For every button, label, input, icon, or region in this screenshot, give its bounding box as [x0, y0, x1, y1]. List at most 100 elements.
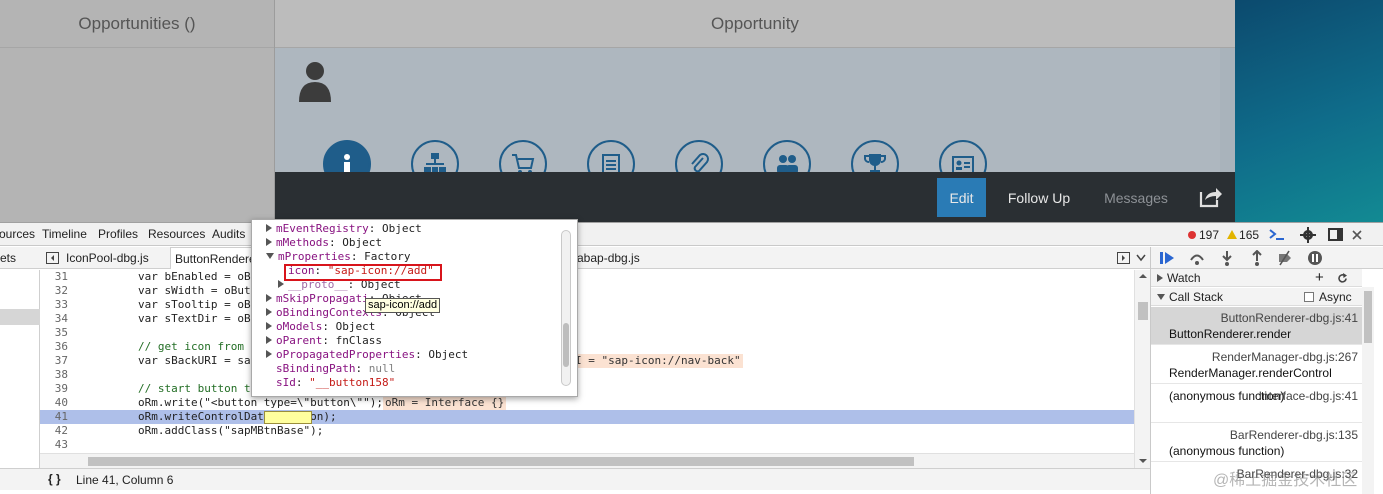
code-line: 40 oRm.write("<button type=\"button\"");…	[54, 396, 507, 410]
sidebar-scrollbar[interactable]	[1362, 287, 1374, 494]
share-icon[interactable]	[1199, 186, 1223, 208]
cursor-position: Line 41, Column 6	[76, 473, 174, 487]
screen: Opportunities () Opportunity Edit Follow…	[0, 0, 1383, 494]
call-frame[interactable]: Interface-dbg.js:41 (anonymous function)	[1151, 385, 1362, 423]
scroll-thumb[interactable]	[563, 323, 569, 367]
property-row[interactable]: mMethods: Object	[266, 236, 382, 250]
call-frame[interactable]: BarRenderer-dbg.js:135 (anonymous functi…	[1151, 424, 1362, 462]
object-header-inner	[275, 48, 1220, 188]
refresh-icon[interactable]	[1337, 273, 1348, 284]
resume-icon[interactable]	[1159, 250, 1175, 266]
messages-button[interactable]: Messages	[1100, 178, 1172, 217]
console-drawer-icon[interactable]	[1268, 228, 1286, 242]
code-line: 35	[54, 326, 68, 339]
debugger-toolbar	[1151, 247, 1383, 269]
step-into-icon[interactable]	[1219, 250, 1235, 266]
code-line: 37 var sBackURI = sap. I = "sap-icon://na…	[54, 354, 743, 368]
async-label: Async	[1319, 290, 1352, 304]
property-row[interactable]: sBindingPath: null	[276, 362, 395, 376]
tab-timeline[interactable]: Timeline	[42, 227, 87, 241]
person-icon	[299, 62, 331, 102]
call-stack-section-header[interactable]: Call Stack Async	[1151, 288, 1362, 306]
navigator-panel	[0, 270, 40, 468]
code-line: 42 oRm.addClass("sapMBtnBase");	[54, 424, 324, 437]
code-line: 38	[54, 368, 68, 381]
property-row[interactable]: mEventRegistry: Object	[266, 222, 422, 236]
step-out-icon[interactable]	[1249, 250, 1265, 266]
background-strip	[1235, 0, 1383, 222]
editor-vertical-scrollbar[interactable]	[1134, 270, 1150, 468]
async-checkbox[interactable]	[1304, 292, 1314, 302]
code-line: 33 var sTooltip = oBut	[54, 298, 264, 311]
watch-section-header[interactable]: Watch +	[1151, 269, 1362, 287]
debugger-sidebar: Watch + Call Stack Async ButtonRenderer-…	[1150, 247, 1383, 494]
dock-icon[interactable]	[1328, 227, 1344, 242]
expand-arrow-icon	[1157, 274, 1163, 282]
chevron-down-icon[interactable]	[1136, 254, 1146, 262]
call-frame[interactable]: ButtonRenderer-dbg.js:41 ButtonRenderer.…	[1151, 307, 1362, 345]
code-editor[interactable]: 31 var bEnabled = oBut 32 var sWidth = o…	[40, 270, 1134, 453]
detail-title: Opportunity	[275, 0, 1235, 48]
step-over-icon[interactable]	[1189, 250, 1205, 266]
scroll-up-arrow-icon[interactable]	[1138, 273, 1148, 279]
editor-status-bar: { } Line 41, Column 6	[0, 468, 1150, 490]
property-row[interactable]: oParent: fnClass	[266, 334, 382, 348]
toggle-navigator-icon[interactable]	[46, 252, 59, 264]
detail-pane: Opportunity Edit Follow Up Messages	[275, 0, 1235, 222]
navigator-tab-label[interactable]: ets	[0, 247, 16, 269]
scroll-down-arrow-icon[interactable]	[1138, 458, 1148, 464]
pretty-print-icon[interactable]: { }	[48, 472, 61, 486]
inline-value-line40: oRm = Interface {}	[383, 396, 507, 410]
call-frame[interactable]: RenderManager-dbg.js:267 RenderManager.r…	[1151, 346, 1362, 384]
code-line: 31 var bEnabled = oBut	[54, 270, 264, 283]
detail-footer-toolbar: Edit Follow Up Messages	[275, 172, 1235, 222]
master-title: Opportunities ()	[0, 0, 274, 48]
deactivate-breakpoints-icon[interactable]	[1277, 250, 1293, 266]
code-line: 43	[54, 438, 68, 451]
error-icon	[1188, 230, 1196, 239]
devtools-toolbar: ources Timeline Profiles Resources Audit…	[0, 223, 1383, 246]
property-row[interactable]: sId: "__button158"	[276, 376, 395, 390]
gear-icon[interactable]	[1300, 226, 1317, 243]
tab-profiles[interactable]: Profiles	[98, 227, 138, 241]
code-line: 32 var sWidth = oButto	[54, 284, 264, 297]
scroll-thumb[interactable]	[88, 457, 914, 466]
current-execution-line: 41 oRm.writeControlData(oButton);	[40, 410, 1134, 424]
scroll-thumb[interactable]	[1364, 291, 1372, 343]
add-watch-icon[interactable]: +	[1315, 269, 1324, 287]
file-tab-iconpool[interactable]: IconPool-dbg.js	[66, 247, 149, 269]
warning-icon	[1227, 230, 1238, 239]
file-tab-abap[interactable]: abap-dbg.js	[577, 247, 640, 269]
devtools-panel: ources Timeline Profiles Resources Audit…	[0, 222, 1383, 494]
fiori-app: Opportunities () Opportunity Edit Follow…	[0, 0, 1383, 222]
property-row[interactable]: oModels: Object	[266, 320, 375, 334]
inline-value-line37: I = "sap-icon://nav-back"	[573, 354, 743, 368]
devtools-status-icons: 197 165	[1188, 226, 1362, 243]
code-line: 36 // get icon from ic	[54, 340, 264, 353]
property-row[interactable]: mProperties: Factory	[266, 250, 410, 264]
follow-up-button[interactable]: Follow Up	[1003, 178, 1075, 217]
code-line: 34 var sTextDir = oBut	[54, 312, 264, 325]
error-count[interactable]: 197	[1199, 228, 1219, 242]
tab-sources[interactable]: ources	[0, 227, 35, 241]
pause-on-exceptions-icon[interactable]	[1307, 250, 1323, 266]
value-tooltip: sap-icon://add	[365, 298, 441, 313]
editor-horizontal-scrollbar[interactable]	[40, 453, 1134, 468]
master-pane: Opportunities ()	[0, 0, 275, 222]
collapse-arrow-icon	[1157, 294, 1165, 300]
warning-count[interactable]: 165	[1239, 228, 1259, 242]
toggle-debugger-icon[interactable]	[1117, 252, 1130, 264]
object-header	[275, 48, 1235, 188]
tab-resources[interactable]: Resources	[148, 227, 205, 241]
edit-button[interactable]: Edit	[937, 178, 986, 217]
scroll-thumb[interactable]	[1138, 302, 1148, 320]
close-icon[interactable]	[1352, 229, 1362, 240]
tab-audits[interactable]: Audits	[212, 227, 245, 241]
property-row[interactable]: oPropagatedProperties: Object	[266, 348, 468, 362]
highlight-annotation	[284, 264, 442, 281]
code-line: 39 // start button tag	[54, 382, 264, 395]
hovered-token[interactable]	[264, 411, 312, 424]
navigator-selected-item[interactable]	[0, 309, 40, 325]
file-tab-buttonrenderer[interactable]: ButtonRendere	[170, 247, 262, 269]
popover-scrollbar[interactable]	[561, 230, 571, 386]
